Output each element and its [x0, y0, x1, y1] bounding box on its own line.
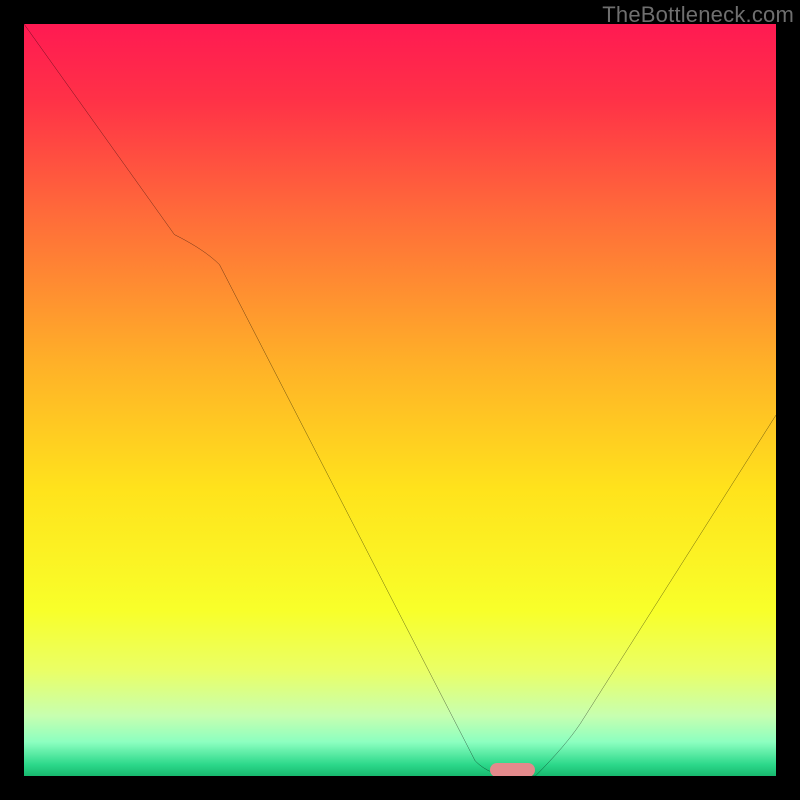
watermark-text: TheBottleneck.com — [602, 2, 794, 28]
plot-area — [24, 24, 776, 776]
bottleneck-curve — [24, 24, 776, 776]
chart-frame: TheBottleneck.com — [0, 0, 800, 800]
optimum-marker — [490, 763, 535, 776]
